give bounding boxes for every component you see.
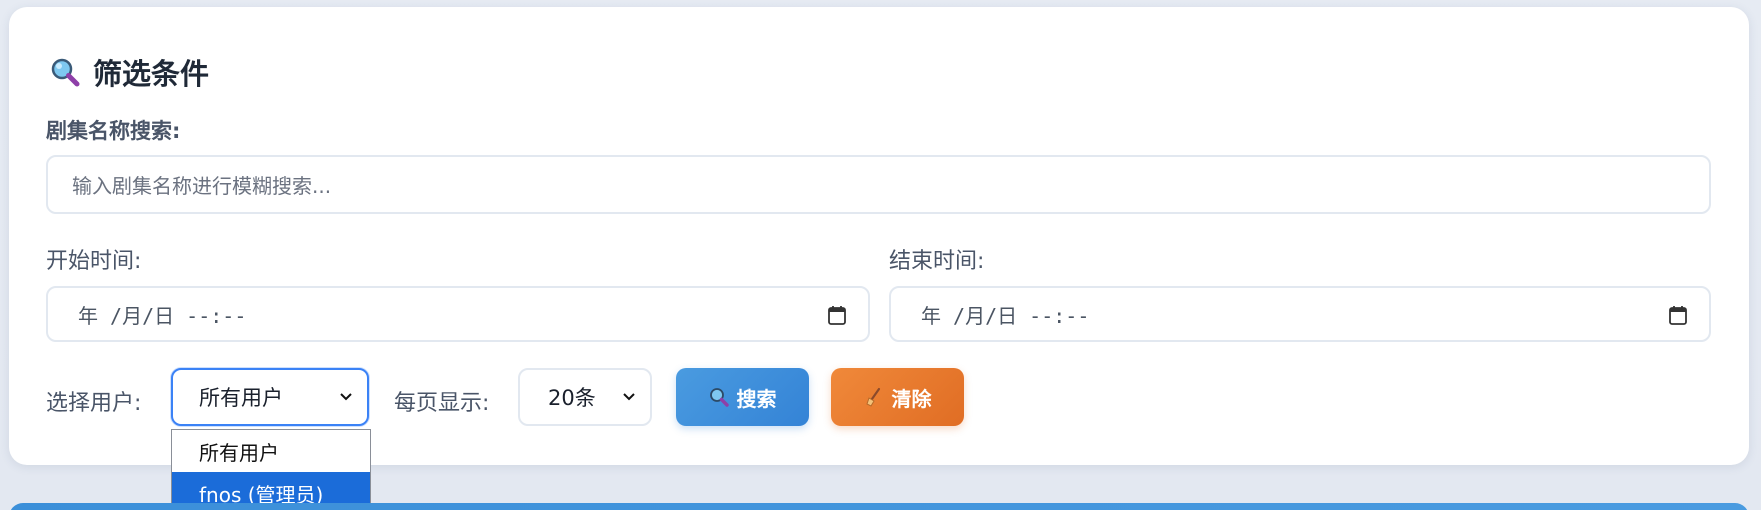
magnifier-icon bbox=[51, 58, 80, 87]
name-search-placeholder: 输入剧集名称进行模糊搜索... bbox=[72, 174, 332, 198]
page-size-select[interactable]: 20条 bbox=[518, 368, 652, 426]
page-size-label: 每页显示: bbox=[394, 391, 490, 416]
end-time-value: 年 /月/日 --:-- bbox=[921, 303, 1090, 328]
start-time-label: 开始时间: bbox=[46, 249, 142, 274]
dropdown-option[interactable]: 所有用户 bbox=[172, 430, 370, 472]
chevron-down-icon bbox=[340, 393, 352, 401]
search-button[interactable]: 搜索 bbox=[676, 368, 809, 426]
user-select-value: 所有用户 bbox=[199, 386, 283, 410]
start-time-input[interactable]: 年 /月/日 --:-- bbox=[46, 286, 870, 342]
calendar-icon[interactable] bbox=[828, 305, 846, 325]
broom-icon bbox=[865, 387, 880, 407]
chevron-down-icon bbox=[623, 393, 635, 401]
clear-button[interactable]: 清除 bbox=[831, 368, 964, 426]
clear-button-label: 清除 bbox=[891, 386, 932, 411]
user-select-dropdown: 所有用户 fnos (管理员) bbox=[171, 429, 371, 510]
end-time-input[interactable]: 年 /月/日 --:-- bbox=[889, 286, 1711, 342]
search-button-label: 搜索 bbox=[736, 386, 777, 411]
name-search-label: 剧集名称搜索: bbox=[46, 119, 181, 143]
name-search-input[interactable]: 输入剧集名称进行模糊搜索... bbox=[46, 155, 1711, 214]
search-icon bbox=[709, 388, 729, 407]
user-select[interactable]: 所有用户 bbox=[171, 368, 369, 426]
user-select-label: 选择用户: bbox=[46, 391, 142, 416]
end-time-label: 结束时间: bbox=[889, 249, 985, 274]
filter-header: 筛选条件 bbox=[49, 51, 209, 93]
page-size-value: 20条 bbox=[548, 386, 596, 410]
page-title: 筛选条件 bbox=[93, 57, 210, 91]
calendar-icon[interactable] bbox=[1669, 305, 1687, 325]
next-panel-header bbox=[9, 503, 1749, 510]
start-time-value: 年 /月/日 --:-- bbox=[78, 303, 247, 328]
